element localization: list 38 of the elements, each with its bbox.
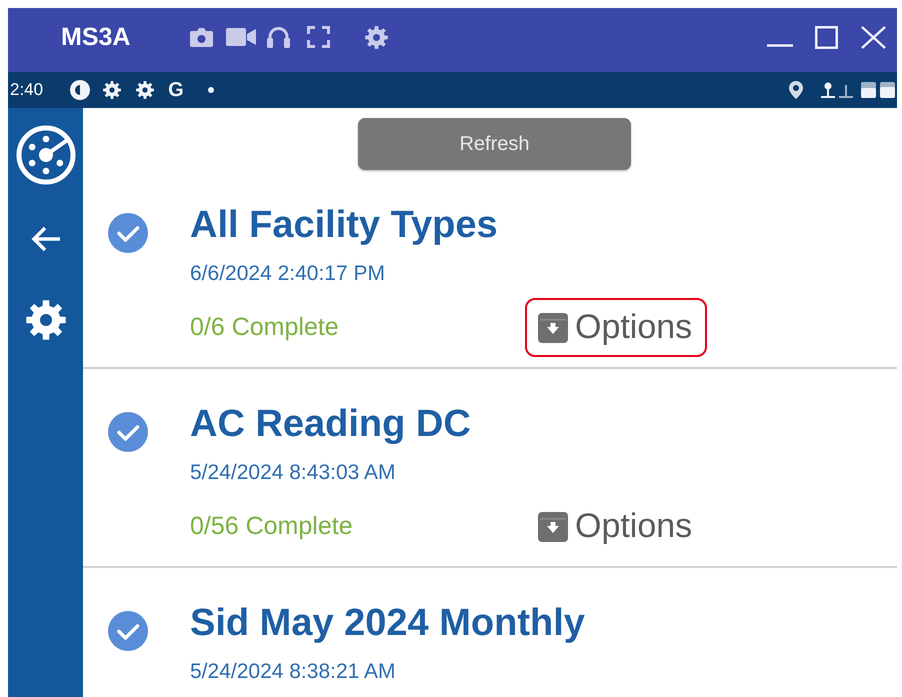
antenna-icon	[839, 82, 853, 98]
circle-icon	[70, 80, 90, 100]
survey-date: 5/24/2024 8:38:21 AM	[190, 660, 396, 684]
settings-icon[interactable]	[26, 300, 66, 340]
checkmark-circle-icon[interactable]	[108, 213, 148, 253]
survey-title[interactable]: AC Reading DC	[190, 402, 471, 452]
gear-icon	[103, 81, 122, 99]
options-button[interactable]: Options	[525, 298, 708, 357]
video-camera-icon[interactable]	[226, 28, 256, 46]
dropdown-box-icon	[538, 312, 568, 342]
battery-icon	[861, 82, 876, 98]
camera-icon[interactable]	[190, 27, 214, 47]
settings-icon[interactable]	[365, 26, 388, 48]
gauge-icon[interactable]	[16, 125, 76, 185]
refresh-button[interactable]: Refresh	[358, 118, 631, 170]
checkmark-circle-icon[interactable]	[108, 412, 148, 452]
location-pin-icon	[789, 81, 803, 99]
options-button[interactable]: Options	[525, 497, 708, 556]
close-icon[interactable]	[861, 26, 886, 48]
notification-dot-icon	[208, 87, 214, 93]
survey-date: 5/24/2024 8:43:03 AM	[190, 461, 396, 485]
minimize-icon[interactable]	[767, 44, 793, 46]
maximize-icon[interactable]	[815, 26, 838, 48]
antenna-icon	[821, 82, 835, 98]
status-letter: G	[168, 78, 184, 102]
gear-icon	[136, 81, 154, 99]
app-title: MS3A	[61, 22, 130, 52]
fullscreen-icon[interactable]	[307, 26, 330, 48]
survey-date: 6/6/2024 2:40:17 PM	[190, 262, 385, 286]
dropdown-box-icon	[538, 512, 568, 542]
checkmark-circle-icon[interactable]	[108, 611, 148, 651]
headphones-icon[interactable]	[267, 26, 290, 48]
survey-title[interactable]: All Facility Types	[190, 203, 498, 253]
survey-title[interactable]: Sid May 2024 Monthly	[190, 601, 585, 651]
battery-icon	[880, 82, 895, 98]
progress-text: 0/6 Complete	[190, 313, 339, 341]
progress-text: 0/56 Complete	[190, 512, 353, 540]
status-time: 2:40	[10, 80, 44, 100]
